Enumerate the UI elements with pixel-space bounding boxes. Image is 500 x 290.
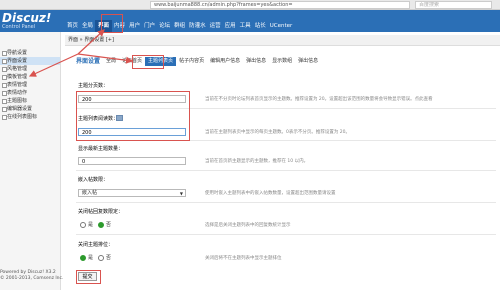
topic-rank-no[interactable]: 否 — [98, 254, 111, 261]
divider — [76, 202, 496, 203]
reply-count-yes[interactable]: 是 — [80, 221, 93, 228]
embed-posts-hint: 使用时嵌入主题列表中的嵌入帖数数量，设置超出范围数量请设置 — [205, 191, 336, 196]
embed-posts-label: 嵌入帖数限： — [78, 177, 109, 183]
topic-rank-yes[interactable]: 是 — [80, 254, 93, 261]
divider — [76, 234, 496, 235]
radio-icon — [98, 254, 104, 261]
reply-count-label: 关闭帖回复数限定： — [78, 209, 124, 215]
topic-rank-label: 关闭主题排位： — [78, 242, 114, 248]
reply-count-hint: 选择是后关闭主题列表中的回复数统计显示 — [205, 223, 291, 228]
radio-selected-icon — [98, 221, 104, 228]
submit-button[interactable]: 提交 — [78, 272, 97, 281]
latest-topics-hint: 当前在首页新主题显示的主题数，推荐在 10 以内。 — [205, 159, 309, 164]
embed-posts-select[interactable]: 嵌入帖 ▼ — [78, 189, 186, 197]
reply-count-no[interactable]: 否 — [98, 221, 111, 228]
latest-topics-label: 显示最新主题数量： — [78, 146, 124, 152]
annotation-arrows — [28, 29, 134, 77]
radio-icon — [80, 221, 86, 228]
latest-topics-input[interactable]: 0 — [78, 157, 186, 165]
divider — [76, 170, 496, 171]
embed-posts-value: 嵌入帖 — [82, 190, 98, 196]
topic-rank-hint: 关闭后将不在主题列表中显示主题排位 — [205, 256, 282, 261]
chevron-down-icon: ▼ — [179, 191, 183, 196]
radio-selected-icon — [80, 254, 86, 261]
